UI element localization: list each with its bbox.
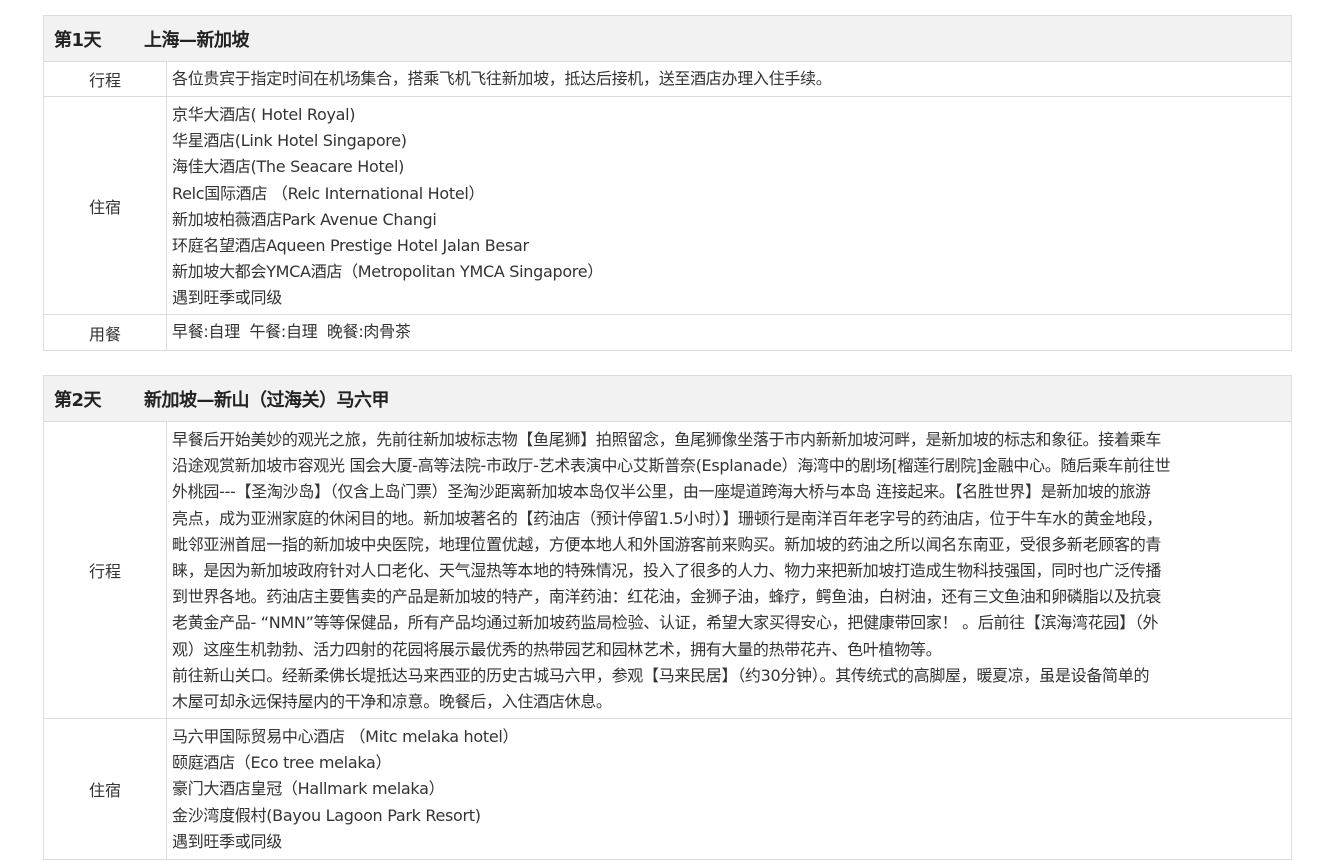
itinerary-line: 毗邻亚洲首屈一指的新加坡中央医院，地理位置优越，方便本地人和外国游客前来购买。新… xyxy=(172,534,1162,554)
itinerary-line: 观）这座生机勃勃、活力四射的花园将展示最优秀的热带园艺和园林艺术，拥有大量的热带… xyxy=(172,639,942,659)
hotel-item: 新加坡大都会YMCA酒店（Metropolitan YMCA Singapore… xyxy=(172,262,603,282)
hotel-item: 华星酒店(Link Hotel Singapore) xyxy=(172,131,407,151)
day-number: 第2天 xyxy=(54,389,102,411)
day-route: 上海—新加坡 xyxy=(144,29,250,51)
itinerary-line: 到世界各地。药油店主要售卖的产品是新加坡的特产，南洋药油：红花油，金狮子油，蜂疗… xyxy=(172,587,1162,607)
hotel-item: 新加坡柏薇酒店Park Avenue Changi xyxy=(172,209,437,229)
hotel-item: 海佳大酒店(The Seacare Hotel) xyxy=(172,157,405,177)
itinerary-row: 行程 早餐后开始美妙的观光之旅，先前往新加坡标志物【鱼尾狮】拍照留念，鱼尾狮像坐… xyxy=(44,422,1291,719)
itinerary-line: 老黄金产品- “NMN”等等保健品，所有产品均通过新加坡药监局检验、认证，希望大… xyxy=(172,613,1159,633)
meals-label: 用餐 xyxy=(44,315,167,350)
hotel-item: 京华大酒店( Hotel Royal) xyxy=(172,105,356,124)
itinerary-line: 早餐后开始美妙的观光之旅，先前往新加坡标志物【鱼尾狮】拍照留念，鱼尾狮像坐落于市… xyxy=(172,430,1162,449)
hotel-item: 豪门大酒店皇冠（Hallmark melaka） xyxy=(172,779,445,799)
day-1-table: 第1天 上海—新加坡 行程 各位贵宾于指定时间在机场集合，搭乘飞机飞往新加坡，抵… xyxy=(43,15,1292,351)
hotel-list: 京华大酒店( Hotel Royal) 华星酒店(Link Hotel Sing… xyxy=(167,97,1291,314)
day-route: 新加坡—新山（过海关）马六甲 xyxy=(144,389,390,411)
lodging-label: 住宿 xyxy=(44,97,167,314)
day-header: 第1天 上海—新加坡 xyxy=(44,16,1291,62)
hotel-list: 马六甲国际贸易中心酒店 （Mitc melaka hotel） 颐庭酒店（Eco… xyxy=(167,719,1291,859)
itinerary-label: 行程 xyxy=(44,422,167,718)
itinerary-row: 行程 各位贵宾于指定时间在机场集合，搭乘飞机飞往新加坡，抵达后接机，送至酒店办理… xyxy=(44,62,1291,97)
lodging-row: 住宿 京华大酒店( Hotel Royal) 华星酒店(Link Hotel S… xyxy=(44,97,1291,315)
itinerary-line: 亮点，成为亚洲家庭的休闲目的地。新加坡著名的【药油店（预计停留1.5小时）】珊顿… xyxy=(172,508,1162,528)
hotel-item: 遇到旺季或同级 xyxy=(172,831,282,851)
hotel-item: 遇到旺季或同级 xyxy=(172,288,282,308)
day-header: 第2天 新加坡—新山（过海关）马六甲 xyxy=(44,376,1291,422)
hotel-item: 环庭名望酒店Aqueen Prestige Hotel Jalan Besar xyxy=(172,236,529,256)
day-number: 第1天 xyxy=(54,29,102,51)
hotel-item: 金沙湾度假村(Bayou Lagoon Park Resort) xyxy=(172,805,481,825)
hotel-item: 马六甲国际贸易中心酒店 （Mitc melaka hotel） xyxy=(172,727,519,746)
itinerary-line: 沿途观赏新加坡市容观光 国会大厦-高等法院-市政厅-艺术表演中心艾斯普奈(Esp… xyxy=(172,456,1171,476)
meals-text: 早餐:自理 午餐:自理 晚餐:肉骨茶 xyxy=(172,322,411,341)
lodging-label: 住宿 xyxy=(44,719,167,859)
itinerary-line: 前往新山关口。经新柔佛长堤抵达马来西亚的历史古城马六甲，参观【马来民居】（约30… xyxy=(172,665,1150,685)
itinerary-line: 外桃园---【圣淘沙岛】（仅含上岛门票）圣淘沙距离新加坡本岛仅半公里，由一座堤道… xyxy=(172,482,1151,502)
hotel-item: Relc国际酒店 （Relc International Hotel） xyxy=(172,183,485,203)
day-2-table: 第2天 新加坡—新山（过海关）马六甲 行程 早餐后开始美妙的观光之旅，先前往新加… xyxy=(43,375,1292,860)
meals-row: 用餐 早餐:自理 午餐:自理 晚餐:肉骨茶 xyxy=(44,315,1291,350)
itinerary-line: 睐，是因为新加坡政府针对人口老化、天气湿热等本地的特殊情况，投入了很多的人力、物… xyxy=(172,561,1162,581)
hotel-item: 颐庭酒店（Eco tree melaka） xyxy=(172,753,392,773)
itinerary-label: 行程 xyxy=(44,62,167,96)
itinerary-text: 早餐后开始美妙的观光之旅，先前往新加坡标志物【鱼尾狮】拍照留念，鱼尾狮像坐落于市… xyxy=(167,422,1291,718)
itinerary-line: 木屋可却永远保持屋内的干净和凉意。晚餐后，入住酒店休息。 xyxy=(172,692,612,712)
itinerary-text: 各位贵宾于指定时间在机场集合，搭乘飞机飞往新加坡，抵达后接机，送至酒店办理入住手… xyxy=(172,69,832,88)
lodging-row: 住宿 马六甲国际贸易中心酒店 （Mitc melaka hotel） 颐庭酒店（… xyxy=(44,719,1291,859)
